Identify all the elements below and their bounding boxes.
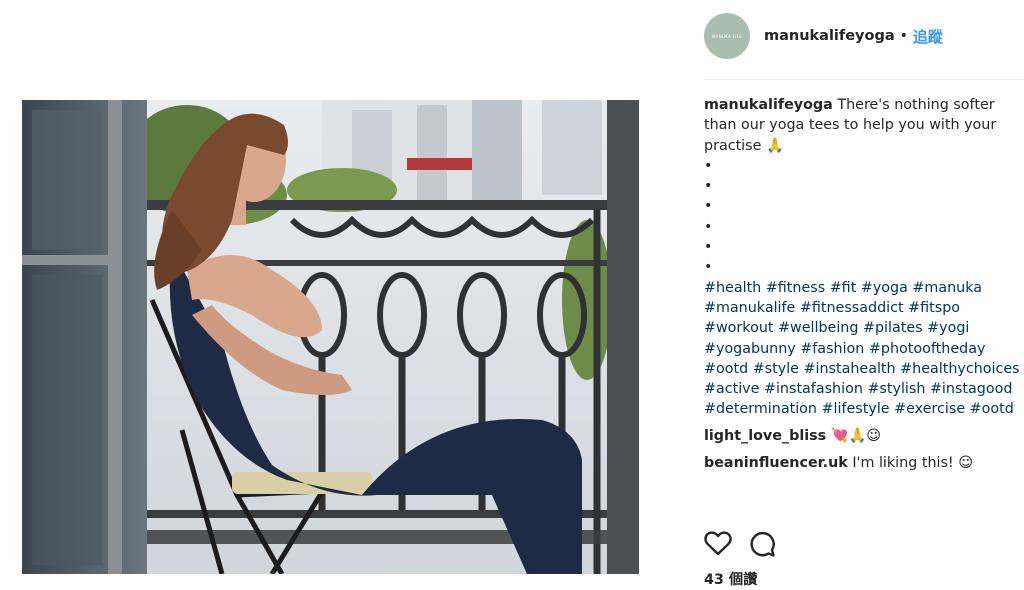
hashtag-link[interactable]: #fitnessaddict [800, 300, 904, 316]
caption-bullets: • • • • • • [704, 156, 1024, 278]
hashtag-link[interactable]: #instahealth [804, 361, 896, 377]
hashtag-link[interactable]: #determination [704, 401, 817, 417]
post-photo[interactable] [22, 100, 639, 574]
hashtag-link[interactable]: #instafashion [764, 381, 863, 397]
comment-username[interactable]: light_love_bliss [704, 428, 826, 444]
hashtag-link[interactable]: #ootd [970, 401, 1014, 417]
comment-username[interactable]: beaninfluencer.uk [704, 455, 848, 471]
caption-hashtags: #health #fitness #fit #yoga #manuka #man… [704, 278, 1024, 420]
comment-text: I'm liking this! ☺ [852, 455, 974, 472]
hashtag-link[interactable]: #fit [830, 280, 857, 296]
hashtag-link[interactable]: #instagood [930, 381, 1012, 397]
caption-bullet: • [704, 198, 713, 215]
hashtag-link[interactable]: #manukalife [704, 300, 795, 316]
hashtag-link[interactable]: #fashion [800, 341, 864, 357]
caption-bullet: • [704, 218, 713, 235]
post-sidebar: MANUKA LIFE manukalifeyoga • 追蹤 manukali… [704, 0, 1024, 590]
caption-bullet: • [704, 157, 713, 174]
caption-bullet: • [704, 239, 713, 256]
comment-text: 💘🙏☺ [830, 427, 882, 444]
hashtag-link[interactable]: #yoga [861, 280, 908, 296]
post-caption: manukalifeyoga There's nothing softer th… [704, 95, 1024, 473]
heart-icon[interactable] [704, 530, 732, 558]
caption-username[interactable]: manukalifeyoga [704, 97, 833, 113]
caption-bullet: • [704, 259, 713, 276]
photo-woman-on-balcony [22, 100, 639, 574]
hashtag-link[interactable]: #photooftheday [869, 341, 986, 357]
post-header: MANUKA LIFE manukalifeyoga • 追蹤 [704, 12, 1024, 60]
hashtag-link[interactable]: #style [753, 361, 799, 377]
comment: light_love_bliss 💘🙏☺ [704, 426, 1024, 446]
hashtag-link[interactable]: #fitspo [908, 300, 960, 316]
follow-button[interactable]: 追蹤 [913, 26, 943, 47]
post-actions [704, 530, 776, 558]
header-separator: • [899, 28, 908, 44]
hashtag-link[interactable]: #ootd [704, 361, 748, 377]
header-username[interactable]: manukalifeyoga [764, 28, 895, 44]
hashtag-link[interactable]: #pilates [863, 320, 923, 336]
hashtag-link[interactable]: #healthychoices [900, 361, 1019, 377]
hashtag-link[interactable]: #manuka [912, 280, 982, 296]
hashtag-link[interactable]: #wellbeing [778, 320, 858, 336]
hashtag-link[interactable]: #stylish [867, 381, 925, 397]
header-divider [704, 79, 1024, 80]
hashtag-link[interactable]: #yogabunny [704, 341, 796, 357]
hashtag-link[interactable]: #fitness [766, 280, 825, 296]
caption-bullet: • [704, 178, 713, 195]
avatar[interactable]: MANUKA LIFE [704, 13, 750, 59]
caption-first-block: manukalifeyoga There's nothing softer th… [704, 95, 1024, 156]
hashtag-link[interactable]: #exercise [894, 401, 965, 417]
hashtag-link[interactable]: #yogi [927, 320, 969, 336]
hashtag-link[interactable]: #lifestyle [822, 401, 890, 417]
hashtag-link[interactable]: #active [704, 381, 759, 397]
comment: beaninfluencer.uk I'm liking this! ☺ [704, 453, 1024, 473]
avatar-logo-text: MANUKA LIFE [711, 33, 743, 39]
comment-bubble-icon[interactable] [748, 530, 776, 558]
likes-count[interactable]: 43 個讚 [704, 568, 757, 589]
hashtag-link[interactable]: #health [704, 280, 761, 296]
hashtag-link[interactable]: #workout [704, 320, 773, 336]
